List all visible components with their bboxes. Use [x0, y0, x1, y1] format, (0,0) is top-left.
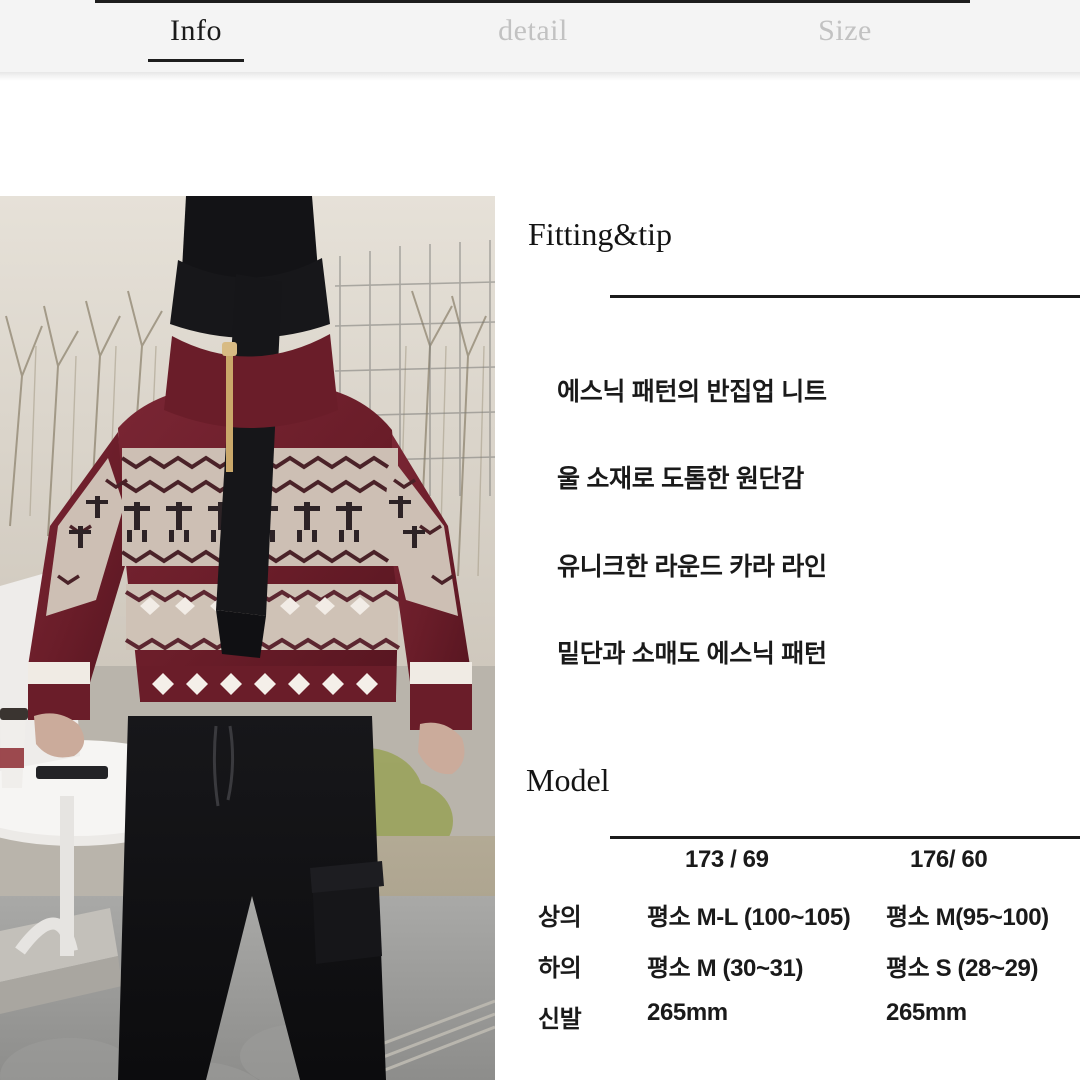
row-value-model-a: 평소 M-L (100~105)	[647, 904, 851, 931]
tab-size-label: Size	[818, 14, 872, 47]
model-heading: Model	[526, 762, 610, 798]
table-row: 신발 265mm 265mm	[495, 999, 1080, 1050]
tab-bar: Info detail Size	[0, 0, 1080, 72]
row-value-model-b: 265mm	[886, 999, 967, 1026]
tab-bar-shadow	[0, 72, 1080, 81]
row-value-model-b: 평소 S (28~29)	[886, 955, 1039, 982]
table-row: 상의 평소 M-L (100~105) 평소 M(95~100)	[495, 897, 1080, 948]
model-divider	[610, 836, 1080, 839]
fitting-tip-line: 밑단과 소매도 에스닉 패턴	[557, 640, 827, 668]
product-photo[interactable]	[0, 196, 495, 1080]
fitting-tip-line: 에스닉 패턴의 반집업 니트	[557, 378, 827, 406]
info-panel: Fitting&tip 에스닉 패턴의 반집업 니트 울 소재로 도톰한 원단감…	[495, 196, 1080, 1080]
fitting-tip-heading: Fitting&tip	[528, 216, 673, 252]
row-label: 상의	[538, 904, 582, 931]
fitting-tip-line: 유니크한 라운드 카라 라인	[557, 553, 827, 581]
row-label: 신발	[538, 1006, 582, 1033]
tab-info-underline	[148, 59, 244, 62]
model-a-measurements: 173 / 69	[685, 846, 769, 873]
table-row: 하의 평소 M (30~31) 평소 S (28~29)	[495, 948, 1080, 999]
row-value-model-a: 265mm	[647, 999, 728, 1026]
table-header-row: 173 / 69 176/ 60	[495, 846, 1080, 897]
tab-size[interactable]: Size	[760, 14, 930, 48]
tab-detail-label: detail	[498, 14, 568, 47]
product-detail-page: Info detail Size Fitting&tip 에스닉 패턴의 반집업…	[0, 0, 1080, 1080]
tab-detail[interactable]: detail	[440, 14, 626, 48]
row-value-model-a: 평소 M (30~31)	[647, 955, 804, 982]
product-photo-illustration	[0, 196, 495, 1080]
model-b-measurements: 176/ 60	[910, 846, 988, 873]
model-spec-table: 173 / 69 176/ 60 상의 평소 M-L (100~105) 평소 …	[495, 846, 1080, 1050]
fitting-tip-line: 울 소재로 도톰한 원단감	[557, 465, 804, 493]
tab-info[interactable]: Info	[148, 14, 244, 62]
fitting-tip-divider	[610, 295, 1080, 298]
row-value-model-b: 평소 M(95~100)	[886, 904, 1049, 931]
tab-list: Info detail Size	[0, 0, 1080, 72]
tab-info-label: Info	[170, 14, 222, 47]
row-label: 하의	[538, 955, 582, 982]
